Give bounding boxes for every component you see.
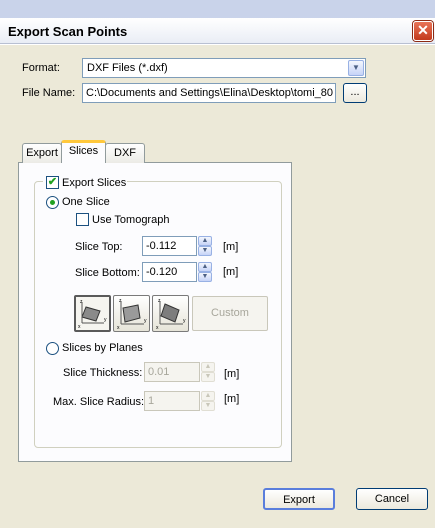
svg-text:x: x bbox=[117, 325, 120, 331]
browse-button[interactable]: ... bbox=[343, 83, 367, 103]
view-yz-button[interactable]: z x y bbox=[113, 295, 150, 332]
slice-top-input[interactable]: -0.112 bbox=[142, 236, 197, 256]
slice-thickness-label: Slice Thickness: bbox=[63, 367, 143, 379]
spin-down-icon[interactable]: ▼ bbox=[201, 372, 215, 382]
slice-bottom-value: -0.120 bbox=[146, 266, 178, 278]
svg-text:z: z bbox=[80, 299, 83, 305]
max-radius-unit: [m] bbox=[224, 393, 240, 405]
custom-label: Custom bbox=[211, 307, 249, 319]
spin-up-icon[interactable]: ▲ bbox=[201, 391, 215, 401]
slice-top-label: Slice Top: bbox=[75, 241, 123, 253]
export-slices-label: Export Slices bbox=[62, 177, 127, 189]
slice-thickness-unit: [m] bbox=[224, 368, 240, 380]
max-radius-spinner[interactable]: ▲ ▼ bbox=[201, 391, 215, 411]
custom-view-button[interactable]: Custom bbox=[192, 296, 268, 331]
svg-text:y: y bbox=[104, 317, 107, 323]
format-label: Format: bbox=[22, 62, 60, 74]
filename-value: C:\Documents and Settings\Elina\Desktop\… bbox=[86, 87, 334, 99]
svg-text:z: z bbox=[119, 298, 122, 304]
radio-dot bbox=[50, 200, 55, 205]
format-select[interactable]: DXF Files (*.dxf) ▼ bbox=[82, 58, 366, 78]
spin-up-icon[interactable]: ▲ bbox=[201, 362, 215, 372]
slice-top-unit: [m] bbox=[223, 241, 239, 253]
export-slices-checkbox[interactable]: ✔ bbox=[46, 176, 59, 189]
svg-text:y: y bbox=[144, 318, 147, 324]
axis-view-yz-icon: z x y bbox=[117, 298, 147, 331]
slice-bottom-spinner[interactable]: ▲ ▼ bbox=[198, 262, 212, 282]
cancel-button[interactable]: Cancel bbox=[356, 488, 428, 510]
desktop-strip bbox=[0, 0, 435, 18]
filename-input[interactable]: C:\Documents and Settings\Elina\Desktop\… bbox=[82, 83, 336, 103]
tab-dxf[interactable]: DXF bbox=[105, 143, 145, 163]
slice-thickness-spinner[interactable]: ▲ ▼ bbox=[201, 362, 215, 382]
slice-bottom-label: Slice Bottom: bbox=[75, 267, 140, 279]
tab-export[interactable]: Export bbox=[22, 143, 62, 163]
export-button[interactable]: Export bbox=[263, 488, 335, 510]
spin-down-icon[interactable]: ▼ bbox=[198, 272, 212, 282]
one-slice-radio[interactable] bbox=[46, 196, 59, 209]
svg-text:x: x bbox=[78, 324, 81, 330]
view-xz-button[interactable]: z x y bbox=[152, 295, 189, 332]
close-button[interactable]: ✕ bbox=[413, 21, 433, 41]
svg-text:x: x bbox=[156, 325, 159, 331]
slice-top-spinner[interactable]: ▲ ▼ bbox=[198, 236, 212, 256]
max-radius-value: 1 bbox=[148, 395, 155, 407]
use-tomograph-label: Use Tomograph bbox=[92, 214, 170, 226]
spin-up-icon[interactable]: ▲ bbox=[198, 262, 212, 272]
slices-by-planes-radio[interactable] bbox=[46, 342, 59, 355]
slice-thickness-value: 0.01 bbox=[148, 366, 170, 378]
view-xy-button[interactable]: z x y bbox=[74, 295, 111, 332]
slice-top-value: -0.112 bbox=[146, 240, 177, 252]
window-title: Export Scan Points bbox=[8, 24, 128, 39]
one-slice-label: One Slice bbox=[62, 196, 110, 208]
spin-down-icon[interactable]: ▼ bbox=[198, 246, 212, 256]
axis-view-xy-icon: z x y bbox=[78, 299, 107, 330]
filename-label: File Name: bbox=[22, 87, 76, 99]
svg-text:y: y bbox=[183, 318, 186, 324]
close-icon: ✕ bbox=[417, 22, 429, 38]
spin-up-icon[interactable]: ▲ bbox=[198, 236, 212, 246]
slice-bottom-input[interactable]: -0.120 bbox=[142, 262, 197, 282]
tab-slices[interactable]: Slices bbox=[61, 140, 106, 163]
format-value: DXF Files (*.dxf) bbox=[87, 62, 168, 74]
slice-bottom-unit: [m] bbox=[223, 266, 239, 278]
svg-text:z: z bbox=[158, 298, 161, 304]
max-radius-label: Max. Slice Radius: bbox=[53, 396, 145, 408]
use-tomograph-checkbox[interactable] bbox=[76, 213, 89, 226]
max-radius-input[interactable]: 1 bbox=[144, 391, 200, 411]
slices-by-planes-label: Slices by Planes bbox=[62, 342, 143, 354]
axis-view-xz-icon: z x y bbox=[156, 298, 186, 331]
spin-down-icon[interactable]: ▼ bbox=[201, 401, 215, 411]
chevron-down-icon[interactable]: ▼ bbox=[348, 60, 364, 76]
slice-thickness-input[interactable]: 0.01 bbox=[144, 362, 200, 382]
